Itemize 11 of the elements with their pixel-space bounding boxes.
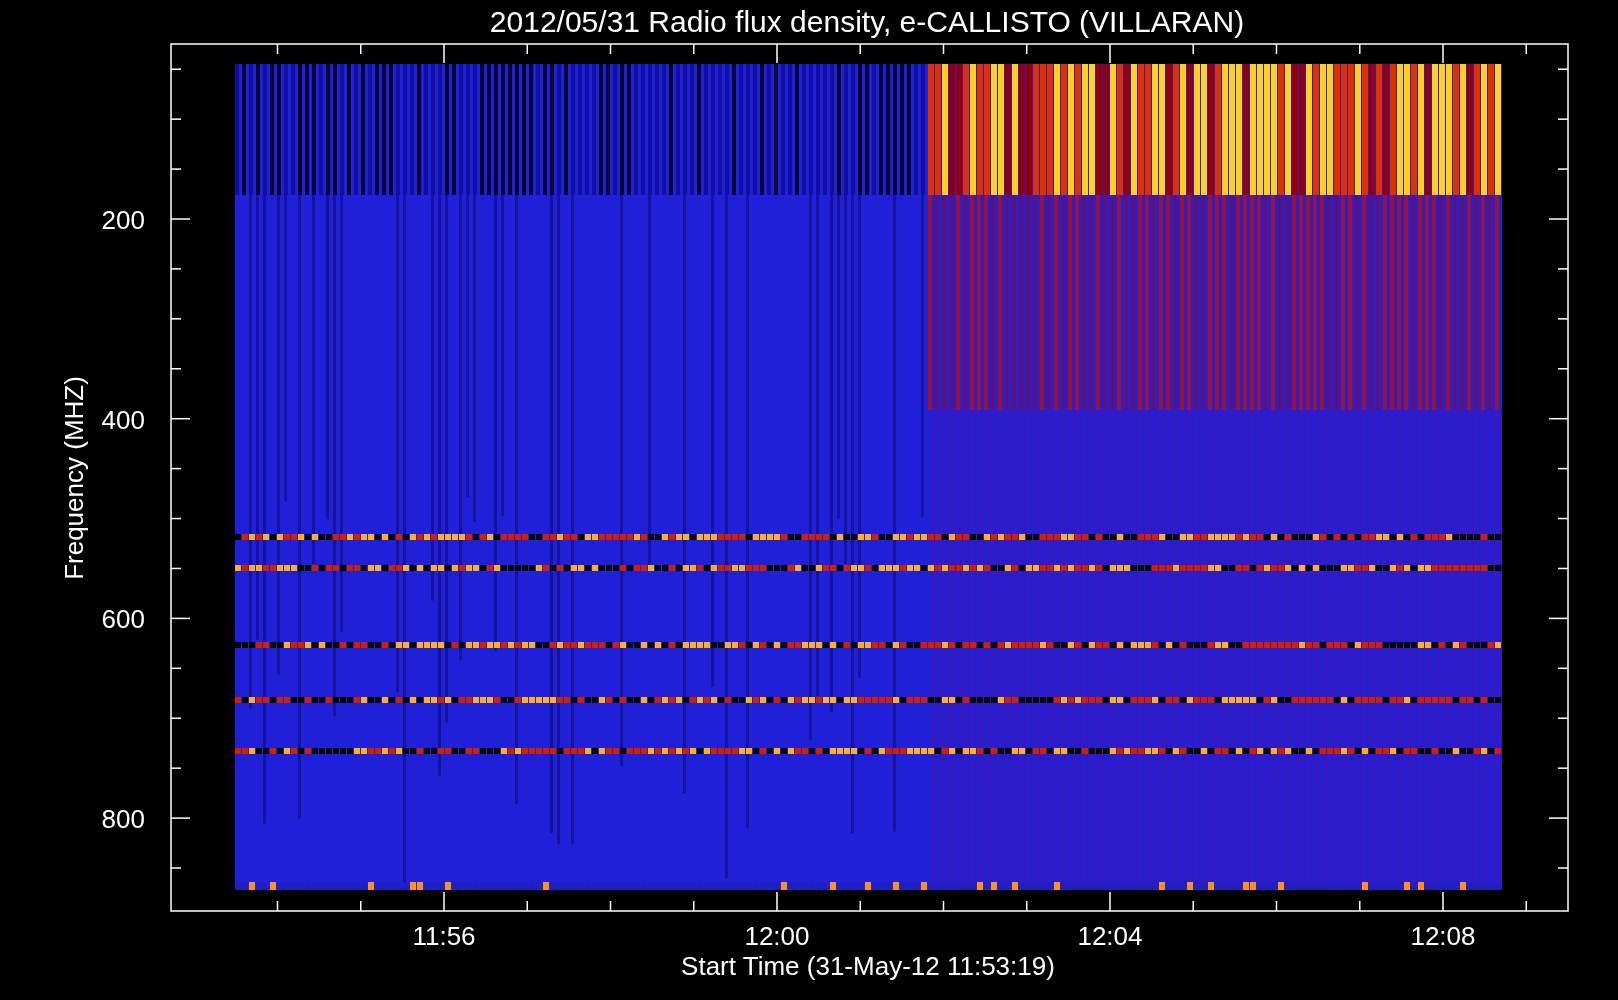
y-tick-label: 600 xyxy=(101,604,145,635)
x-tick-label: 11:56 xyxy=(412,921,476,951)
y-tick-label: 800 xyxy=(101,804,145,835)
x-tick-label: 12:00 xyxy=(744,921,810,951)
y-axis-label: Frequency (MHZ) xyxy=(59,376,89,580)
x-tick-label: 12:04 xyxy=(1077,921,1143,951)
x-tick-label: 12:08 xyxy=(1410,921,1476,951)
y-tick-label: 200 xyxy=(101,205,145,235)
chart-title: 2012/05/31 Radio flux density, e-CALLISTO (VILLARAN) xyxy=(489,5,1245,38)
x-axis-label: Start Time (31-May-12 11:53:19) xyxy=(681,951,1055,981)
y-tick-label: 400 xyxy=(101,404,145,435)
